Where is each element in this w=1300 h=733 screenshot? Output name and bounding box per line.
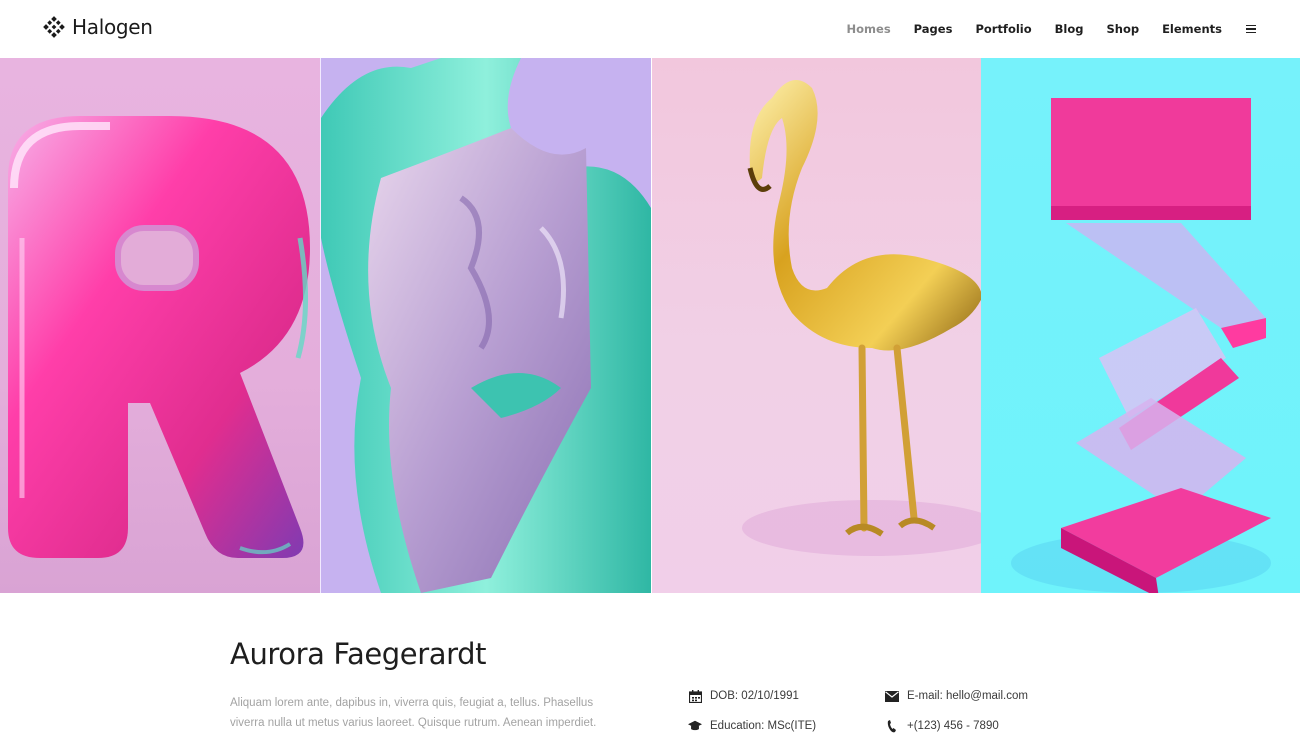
phone-item: +(123) 456 - 7890 bbox=[885, 719, 999, 733]
hero-panel-flamingo[interactable] bbox=[650, 58, 982, 593]
phone-icon bbox=[885, 719, 899, 733]
logo[interactable]: Halogen bbox=[42, 15, 153, 39]
glass-blocks-image bbox=[1011, 98, 1272, 593]
gold-flamingo-image bbox=[741, 80, 982, 556]
graduation-cap-icon bbox=[688, 719, 702, 733]
nav-item-blog[interactable]: Blog bbox=[1055, 22, 1084, 36]
chrome-figure-image bbox=[320, 58, 651, 593]
profile-name: Aurora Faegerardt bbox=[230, 637, 487, 671]
profile-bio: Aliquam lorem ante, dapibus in, viverra … bbox=[230, 697, 597, 729]
nav-item-portfolio[interactable]: Portfolio bbox=[975, 22, 1031, 36]
nav-item-shop[interactable]: Shop bbox=[1106, 22, 1139, 36]
dob-item: DOB: 02/10/1991 bbox=[688, 689, 799, 703]
calendar-icon bbox=[688, 689, 702, 703]
logo-text: Halogen bbox=[72, 15, 153, 39]
main-nav: Homes Pages Portfolio Blog Shop Elements bbox=[824, 0, 1256, 58]
dob-text: DOB: 02/10/1991 bbox=[710, 690, 799, 702]
hero-panel-glass-blocks[interactable] bbox=[981, 58, 1300, 593]
envelope-icon bbox=[885, 689, 899, 703]
email-item: E-mail: hello@mail.com bbox=[885, 689, 1028, 703]
halogen-logo-icon bbox=[42, 15, 66, 39]
nav-item-pages[interactable]: Pages bbox=[914, 22, 953, 36]
nav-item-elements[interactable]: Elements bbox=[1162, 22, 1222, 36]
phone-text[interactable]: +(123) 456 - 7890 bbox=[907, 720, 999, 732]
profile-section: Aurora Faegerardt Aliquam lorem ante, da… bbox=[0, 593, 1300, 732]
email-text[interactable]: E-mail: hello@mail.com bbox=[907, 690, 1028, 702]
nav-item-homes[interactable]: Homes bbox=[847, 22, 891, 36]
education-item: Education: MSc(ITE) bbox=[688, 719, 816, 733]
site-header: Halogen Homes Pages Portfolio Blog Shop … bbox=[0, 0, 1300, 58]
hero-panel-letter-r[interactable] bbox=[0, 58, 320, 593]
hamburger-icon[interactable] bbox=[1246, 24, 1256, 34]
letter-r-image bbox=[8, 116, 310, 558]
education-text: Education: MSc(ITE) bbox=[710, 720, 817, 732]
hero-gallery bbox=[0, 58, 1300, 593]
hero-panel-figure[interactable] bbox=[319, 58, 651, 593]
